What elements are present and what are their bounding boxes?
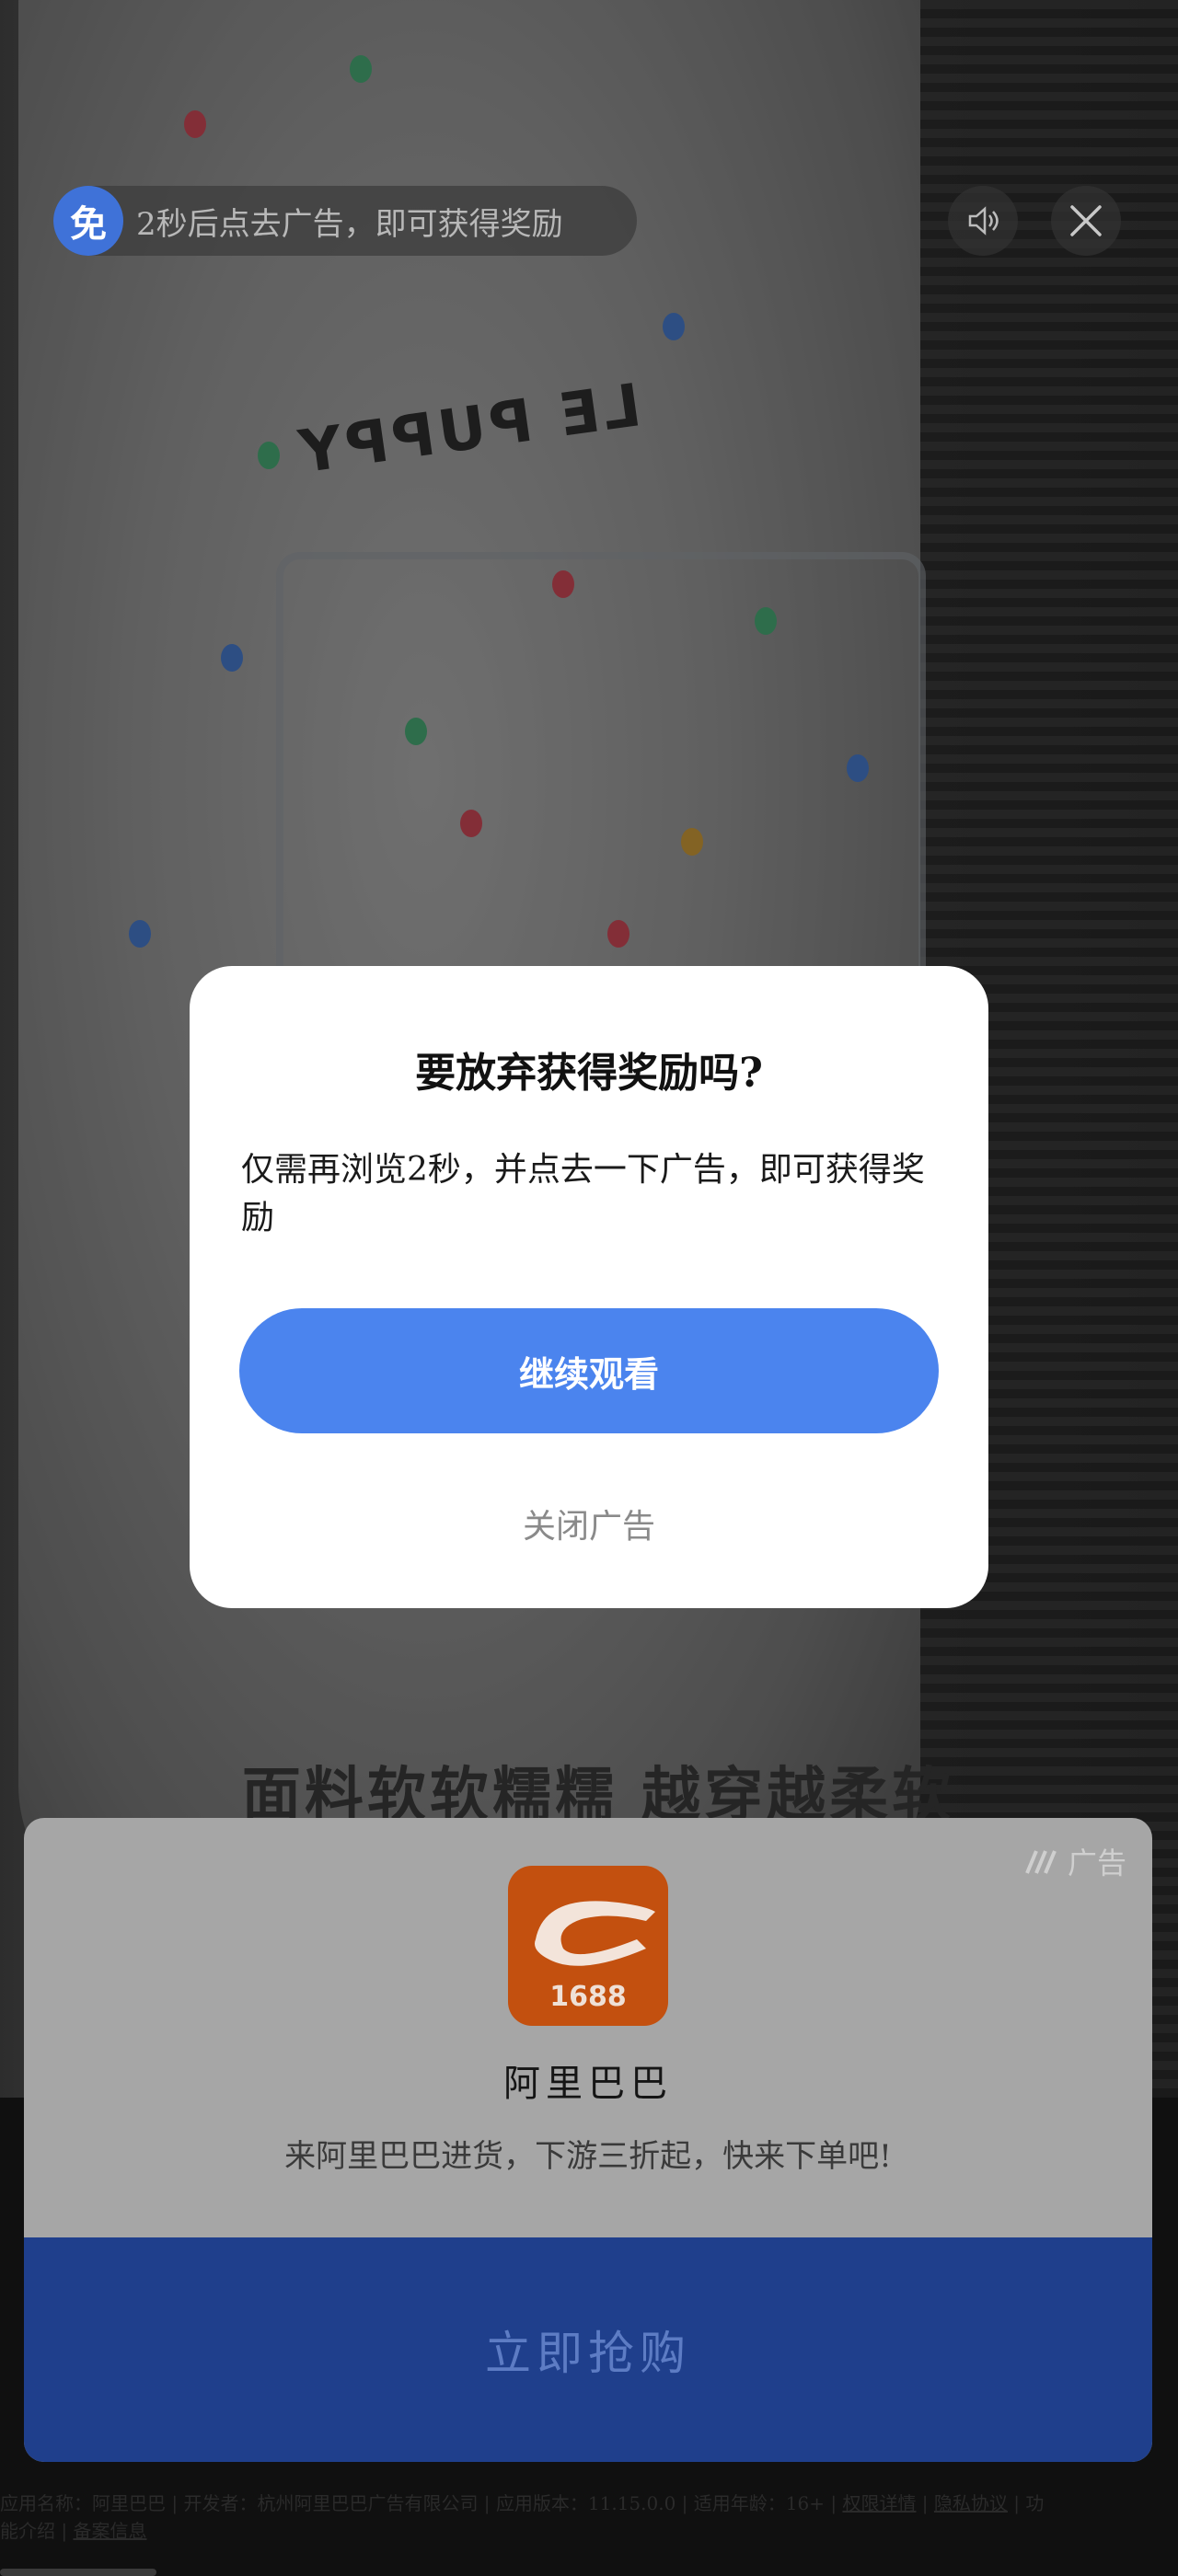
dialog-body: 仅需再浏览2秒，并点去一下广告，即可获得奖励 <box>241 1151 925 1236</box>
abandon-reward-dialog: 要放弃获得奖励吗? 仅需再浏览2秒，并点去一下广告，即可获得奖励 继续观看 关闭… <box>190 966 988 1608</box>
close-ad-x-button[interactable] <box>1051 186 1121 256</box>
app-info-footer: 应用名称：阿里巴巴 | 开发者：杭州阿里巴巴广告有限公司 | 应用版本：11.1… <box>0 2490 1178 2545</box>
ad-card[interactable]: 广告 1688 阿里巴巴 来阿里巴巴进货，下游三折起，快来下单吧! 立即抢购 <box>24 1818 1152 2462</box>
footer-line-2: 能介绍 | 备案信息 <box>0 2517 1178 2545</box>
permissions-link[interactable]: 权限详情 <box>842 2492 916 2514</box>
close-icon <box>1070 205 1102 236</box>
ad-network-logo-icon <box>1025 1850 1057 1874</box>
close-ad-button[interactable]: 关闭广告 <box>190 1500 988 1547</box>
ad-label-text: 广告 <box>1067 1846 1126 1880</box>
footer-trailing: 功 <box>1025 2492 1045 2514</box>
app-icon-number: 1688 <box>549 1981 627 2013</box>
footer-feature-intro[interactable]: 能介绍 | <box>0 2520 67 2542</box>
app-name: 阿里巴巴 <box>503 2063 673 2105</box>
continue-watching-button[interactable]: 继续观看 <box>239 1308 939 1433</box>
footer-line-1: 应用名称：阿里巴巴 | 开发者：杭州阿里巴巴广告有限公司 | 应用版本：11.1… <box>0 2492 1045 2514</box>
free-badge: 免 <box>53 186 123 256</box>
buy-now-button[interactable]: 立即抢购 <box>24 2237 1152 2462</box>
reward-countdown-pill: 免 2秒后点去广告，即可获得奖励 <box>53 186 637 256</box>
sound-button[interactable] <box>948 186 1018 256</box>
app-icon[interactable]: 1688 <box>508 1866 668 2026</box>
home-indicator <box>0 2569 156 2576</box>
privacy-link[interactable]: 隐私协议 <box>934 2492 1008 2514</box>
dialog-title: 要放弃获得奖励吗? <box>415 1050 763 1097</box>
app-description: 来阿里巴巴进货，下游三折起，快来下单吧! <box>284 2138 892 2175</box>
alibaba-logo-icon <box>535 1901 655 1966</box>
reward-hint-text: 2秒后点去广告，即可获得奖励 <box>136 205 563 243</box>
footer-app-info: 应用名称：阿里巴巴 | 开发者：杭州阿里巴巴广告有限公司 | 应用版本：11.1… <box>0 2492 837 2514</box>
speaker-icon <box>968 206 999 236</box>
ad-label: 广告 <box>1025 1840 1126 1882</box>
filing-info-link[interactable]: 备案信息 <box>73 2520 146 2542</box>
